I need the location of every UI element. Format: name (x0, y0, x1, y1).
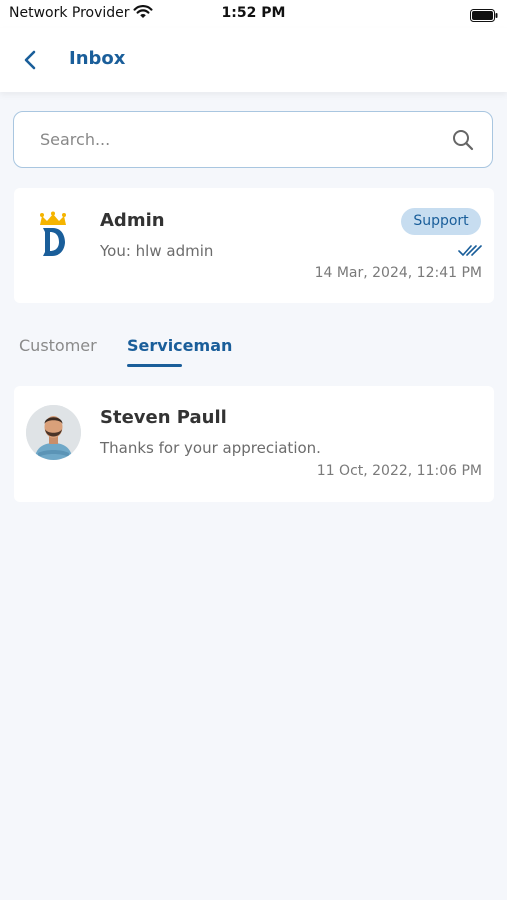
page-title: Inbox (69, 48, 126, 69)
app-bar: Inbox (0, 28, 507, 92)
support-chat-timestamp: 14 Mar, 2024, 12:41 PM (314, 265, 482, 281)
support-chat-name: Admin (100, 210, 165, 231)
tab-serviceman[interactable]: Serviceman (127, 336, 232, 355)
double-check-icon (458, 243, 482, 257)
tab-customer[interactable]: Customer (19, 336, 97, 355)
support-chat-card[interactable]: Admin You: hlw admin Support 14 Mar, 202… (14, 188, 494, 303)
status-bar: Network Provider 1:52 PM (0, 0, 507, 28)
active-tab-indicator (127, 364, 182, 367)
support-chat-preview: You: hlw admin (100, 242, 214, 260)
list-item[interactable]: Steven Paull Thanks for your appreciatio… (14, 386, 494, 502)
admin-logo-icon (36, 211, 70, 259)
battery-icon (470, 7, 498, 26)
conversation-name: Steven Paull (100, 407, 227, 428)
search-box[interactable] (13, 111, 493, 168)
conversation-preview: Thanks for your appreciation. (100, 439, 321, 457)
avatar (26, 405, 81, 460)
search-icon[interactable] (452, 129, 474, 151)
chevron-left-icon[interactable] (20, 48, 40, 72)
status-time: 1:52 PM (221, 5, 286, 21)
conversation-timestamp: 11 Oct, 2022, 11:06 PM (316, 463, 482, 479)
support-badge: Support (401, 208, 481, 235)
search-input[interactable] (40, 112, 440, 167)
